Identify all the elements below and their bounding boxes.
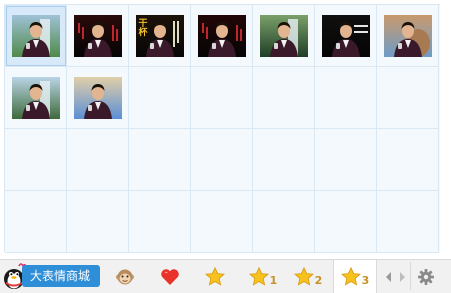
gear-icon: [418, 268, 434, 285]
sticker-cell[interactable]: [377, 129, 439, 191]
sticker-cell[interactable]: [315, 5, 377, 67]
sticker-cell[interactable]: [67, 191, 129, 253]
tab-number: 3: [361, 274, 370, 287]
next-tab-button[interactable]: [396, 260, 408, 293]
sticker-thumbnail[interactable]: [11, 76, 60, 119]
sticker-cell[interactable]: [191, 5, 253, 67]
tab-star-1[interactable]: 1: [245, 260, 281, 293]
sticker-caption: 干杯: [136, 17, 147, 36]
sticker-cell[interactable]: [377, 67, 439, 129]
sticker-thumbnail[interactable]: [73, 14, 122, 57]
sticker-cell[interactable]: [315, 191, 377, 253]
sticker-cell[interactable]: [253, 5, 315, 67]
star-icon: [205, 267, 225, 286]
tab-star-2[interactable]: 2: [290, 260, 326, 293]
star-icon: [248, 267, 269, 286]
sticker-thumbnail[interactable]: [197, 14, 246, 57]
sticker-cell[interactable]: [191, 67, 253, 129]
tab-monkey[interactable]: [110, 260, 140, 293]
star-icon: [293, 267, 314, 286]
sticker-cell[interactable]: [253, 67, 315, 129]
toolbar-divider: [410, 262, 411, 290]
arrow-left-icon: [386, 271, 391, 282]
store-button[interactable]: 大表情商城: [22, 265, 101, 287]
sticker-cell[interactable]: [67, 129, 129, 191]
sticker-cell[interactable]: [315, 129, 377, 191]
sticker-cell[interactable]: [129, 191, 191, 253]
sticker-cell[interactable]: [253, 129, 315, 191]
sticker-thumbnail[interactable]: 干杯: [135, 14, 184, 57]
tab-default[interactable]: [200, 260, 230, 293]
sticker-cell[interactable]: [377, 5, 439, 67]
sticker-thumbnail[interactable]: [259, 14, 308, 57]
sticker-cell[interactable]: [5, 5, 67, 67]
sticker-cell[interactable]: [129, 129, 191, 191]
tab-number: 2: [314, 274, 323, 287]
sticker-thumbnail[interactable]: [11, 14, 60, 57]
tab-favorites[interactable]: [155, 260, 185, 293]
star-icon: [340, 267, 361, 286]
sticker-cell[interactable]: [129, 67, 191, 129]
sticker-cell[interactable]: [67, 5, 129, 67]
tab-number: 1: [269, 274, 278, 287]
sticker-cell[interactable]: 干杯: [129, 5, 191, 67]
sticker-cell[interactable]: [377, 191, 439, 253]
prev-tab-button[interactable]: [383, 260, 395, 293]
arrow-right-icon: [400, 271, 405, 282]
sticker-cell[interactable]: [191, 129, 253, 191]
sticker-cell[interactable]: [67, 67, 129, 129]
sticker-grid: 干杯: [4, 4, 440, 253]
sticker-cell[interactable]: [315, 67, 377, 129]
monkey-icon: [115, 269, 135, 284]
sticker-thumbnail[interactable]: [383, 14, 432, 57]
sticker-cell[interactable]: [5, 191, 67, 253]
tab-star-3[interactable]: 3: [333, 260, 377, 293]
settings-button[interactable]: [414, 260, 438, 293]
sticker-cell[interactable]: [253, 191, 315, 253]
sticker-cell[interactable]: [191, 191, 253, 253]
sticker-thumbnail[interactable]: [321, 14, 370, 57]
sticker-thumbnail[interactable]: [73, 76, 122, 119]
sticker-cell[interactable]: [5, 67, 67, 129]
heart-icon: [161, 268, 179, 285]
sticker-cell[interactable]: [5, 129, 67, 191]
